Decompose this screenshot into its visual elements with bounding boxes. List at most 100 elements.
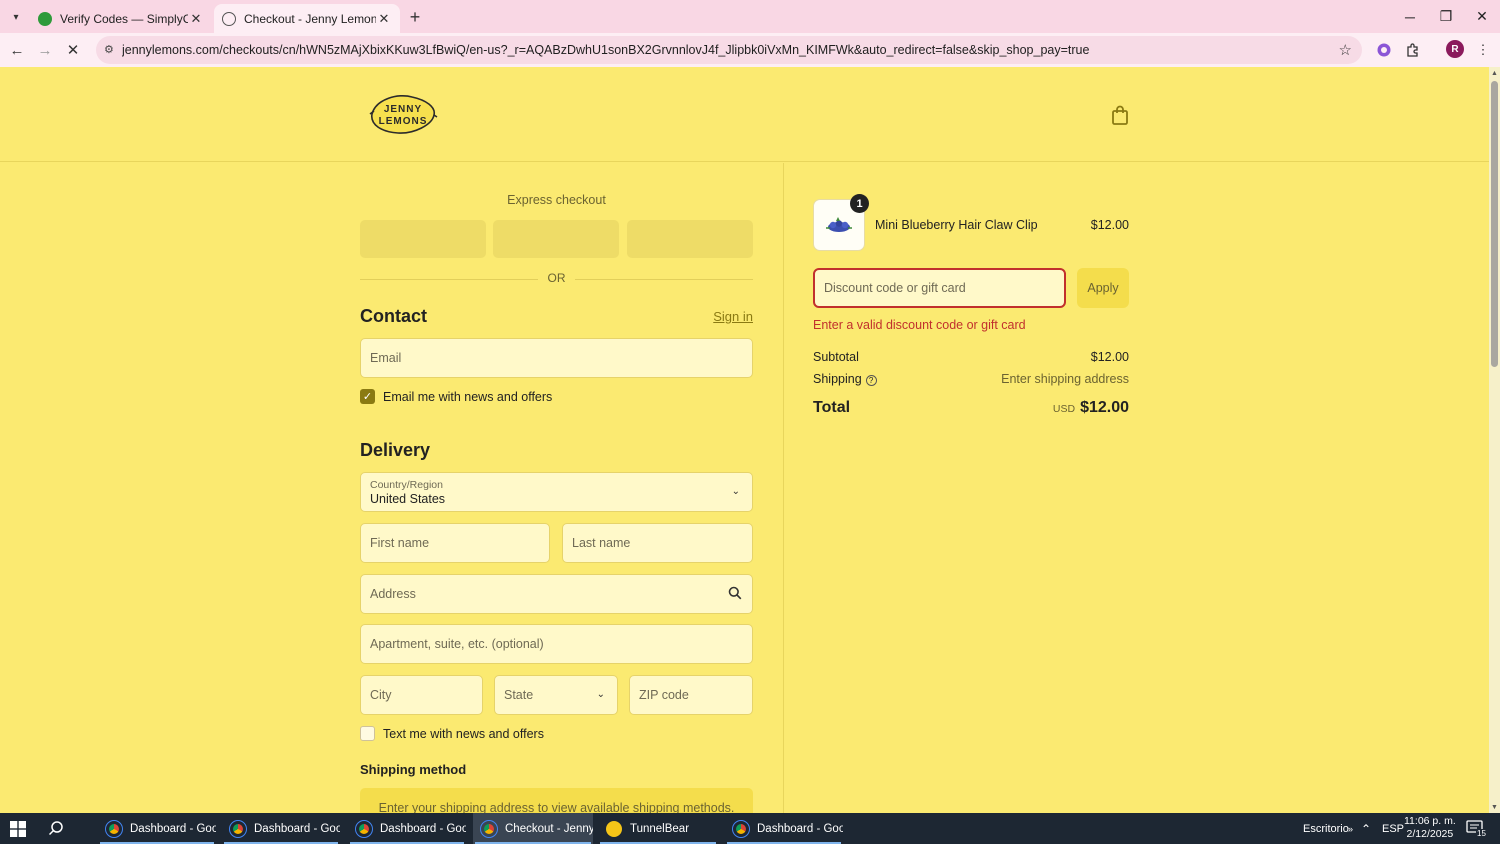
city-placeholder: City bbox=[370, 688, 392, 702]
sms-label: Text me with news and offers bbox=[383, 726, 544, 741]
checkbox-unchecked-icon[interactable] bbox=[360, 726, 375, 741]
or-text: OR bbox=[547, 271, 566, 285]
shopping-bag-icon[interactable] bbox=[1110, 104, 1130, 126]
close-tab-icon[interactable]: ✕ bbox=[188, 11, 204, 27]
search-icon bbox=[728, 586, 742, 600]
last-name-field[interactable]: Last name bbox=[562, 523, 753, 563]
address-field[interactable]: Address bbox=[360, 574, 753, 614]
jennylemons-favicon-icon bbox=[222, 11, 236, 26]
product-name: Mini Blueberry Hair Claw Clip bbox=[875, 218, 1038, 232]
address-bar[interactable]: ⚙ jennylemons.com/checkouts/cn/hWN5zMAjX… bbox=[96, 36, 1362, 64]
divider-line bbox=[575, 279, 753, 280]
restore-window-icon[interactable]: ❐ bbox=[1428, 0, 1464, 33]
first-name-placeholder: First name bbox=[370, 536, 430, 550]
taskbar-app-dashboard-2[interactable]: Dashboard - Googl... bbox=[222, 813, 340, 844]
taskbar-app-dashboard-4[interactable]: Dashboard - Googl... bbox=[725, 813, 843, 844]
taskbar-app-dashboard-3[interactable]: Dashboard - Googl... bbox=[348, 813, 466, 844]
clock-date: 2/12/2025 bbox=[1406, 828, 1454, 840]
chevron-down-icon: ⌄ bbox=[731, 486, 740, 497]
jenny-lemons-logo[interactable]: JENNY LEMONS bbox=[368, 91, 438, 137]
stop-loading-icon[interactable]: ✕ bbox=[61, 38, 85, 62]
or-divider: OR bbox=[360, 271, 753, 287]
site-settings-icon[interactable]: ⚙ bbox=[104, 43, 114, 56]
close-window-icon[interactable]: ✕ bbox=[1464, 0, 1500, 33]
shipping-method-heading: Shipping method bbox=[360, 762, 467, 777]
last-name-placeholder: Last name bbox=[572, 536, 631, 550]
express-pay-button-1[interactable] bbox=[360, 220, 486, 258]
browser-tab-simplycodes[interactable]: Verify Codes — SimplyCodes ✕ bbox=[30, 4, 212, 33]
taskbar-app-checkout[interactable]: Checkout - Jenny L... bbox=[473, 813, 593, 844]
shipping-method-notice: Enter your shipping address to view avai… bbox=[360, 788, 753, 813]
sign-in-link[interactable]: Sign in bbox=[713, 309, 753, 324]
city-field[interactable]: City bbox=[360, 675, 483, 715]
address-placeholder: Address bbox=[370, 587, 416, 601]
minimize-window-icon[interactable]: ─ bbox=[1392, 0, 1428, 33]
taskbar-app-label: TunnelBear bbox=[630, 822, 690, 835]
email-placeholder: Email bbox=[370, 351, 402, 365]
scroll-down-arrow-icon[interactable]: ▼ bbox=[1489, 801, 1500, 813]
discount-error-message: Enter a valid discount code or gift card bbox=[813, 318, 1026, 332]
site-header: JENNY LEMONS bbox=[0, 67, 1489, 162]
email-field[interactable]: Email bbox=[360, 338, 753, 378]
express-checkout-label: Express checkout bbox=[507, 193, 606, 207]
url-text: jennylemons.com/checkouts/cn/hWN5zMAjXbi… bbox=[122, 43, 1090, 57]
discount-code-input[interactable]: Discount code or gift card bbox=[813, 268, 1066, 308]
extensions-puzzle-icon[interactable] bbox=[1402, 39, 1424, 61]
first-name-field[interactable]: First name bbox=[360, 523, 550, 563]
forward-arrow-icon[interactable]: → bbox=[33, 38, 57, 62]
page-scrollbar[interactable]: ▲ ▼ bbox=[1489, 67, 1500, 813]
state-select[interactable]: State ⌄ bbox=[494, 675, 618, 715]
close-tab-icon[interactable]: ✕ bbox=[376, 11, 392, 27]
browser-tab-checkout[interactable]: Checkout - Jenny Lemons ✕ bbox=[214, 4, 400, 33]
contact-heading: Contact bbox=[360, 306, 427, 326]
zip-code-field[interactable]: ZIP code bbox=[629, 675, 753, 715]
search-icon[interactable] bbox=[48, 820, 66, 838]
browser-menu-icon[interactable]: ⋮ bbox=[1472, 39, 1494, 61]
newsletter-label: Email me with news and offers bbox=[383, 389, 553, 404]
checkout-page: JENNY LEMONS Express checkout OR Contact… bbox=[0, 67, 1489, 813]
total-label: Total bbox=[813, 399, 851, 416]
back-arrow-icon[interactable]: ← bbox=[5, 38, 29, 62]
tab-search-chevron-icon[interactable]: ▾ bbox=[6, 7, 26, 27]
question-help-icon[interactable]: ? bbox=[865, 375, 877, 386]
notification-count: 15 bbox=[1476, 829, 1487, 838]
new-tab-plus-icon[interactable]: + bbox=[404, 6, 426, 28]
browser-tab-bar: ▾ Verify Codes — SimplyCodes ✕ Checkout … bbox=[0, 0, 1500, 33]
apartment-field[interactable]: Apartment, suite, etc. (optional) bbox=[360, 624, 753, 664]
checkbox-checked-icon[interactable]: ✓ bbox=[360, 389, 375, 404]
express-pay-button-3[interactable] bbox=[627, 220, 753, 258]
country-region-select[interactable]: Country/Region United States ⌄ bbox=[360, 472, 753, 512]
notification-center-icon[interactable]: 15 bbox=[1466, 820, 1487, 838]
sms-option[interactable]: Text me with news and offers bbox=[360, 726, 544, 741]
zip-placeholder: ZIP code bbox=[639, 688, 689, 702]
newsletter-option[interactable]: ✓ Email me with news and offers bbox=[360, 389, 552, 404]
express-pay-button-2[interactable] bbox=[493, 220, 619, 258]
country-label: Country/Region bbox=[370, 478, 443, 491]
profile-avatar[interactable]: R bbox=[1446, 40, 1464, 58]
tab-title: Checkout - Jenny Lemons bbox=[244, 11, 376, 26]
scrollbar-thumb[interactable] bbox=[1491, 81, 1498, 367]
logo-text-lemons: LEMONS bbox=[379, 116, 428, 127]
system-clock[interactable]: 11:06 p. m. 2/12/2025 bbox=[1404, 815, 1456, 841]
browser-toolbar: ← → ✕ ⚙ jennylemons.com/checkouts/cn/hWN… bbox=[0, 33, 1500, 67]
subtotal-value: $12.00 bbox=[1090, 350, 1129, 364]
country-value: United States bbox=[370, 491, 446, 506]
column-divider bbox=[783, 163, 784, 813]
desktop-toolbar-label[interactable]: Escritorio bbox=[1303, 813, 1349, 844]
windows-taskbar: Dashboard - Googl... Dashboard - Googl..… bbox=[0, 813, 1500, 844]
apartment-placeholder: Apartment, suite, etc. (optional) bbox=[370, 637, 544, 651]
chrome-icon bbox=[105, 819, 123, 838]
taskbar-app-dashboard-1[interactable]: Dashboard - Googl... bbox=[98, 813, 216, 844]
product-price: $12.00 bbox=[1090, 218, 1129, 232]
scroll-up-arrow-icon[interactable]: ▲ bbox=[1489, 67, 1500, 79]
show-hidden-icons-chevron-up-icon[interactable]: ⌃ bbox=[1361, 813, 1371, 844]
extension-circle-icon[interactable] bbox=[1373, 39, 1395, 61]
apply-discount-button[interactable]: Apply bbox=[1077, 268, 1129, 308]
windows-start-icon[interactable] bbox=[10, 821, 26, 837]
bookmark-star-icon[interactable]: ☆ bbox=[1339, 41, 1352, 59]
taskbar-app-tunnelbear[interactable]: TunnelBear bbox=[598, 813, 718, 844]
input-language[interactable]: ESP bbox=[1382, 813, 1404, 844]
double-chevron-icon[interactable]: » bbox=[1348, 813, 1353, 844]
taskbar-app-label: Checkout - Jenny L... bbox=[505, 822, 593, 835]
chrome-icon bbox=[480, 819, 498, 838]
